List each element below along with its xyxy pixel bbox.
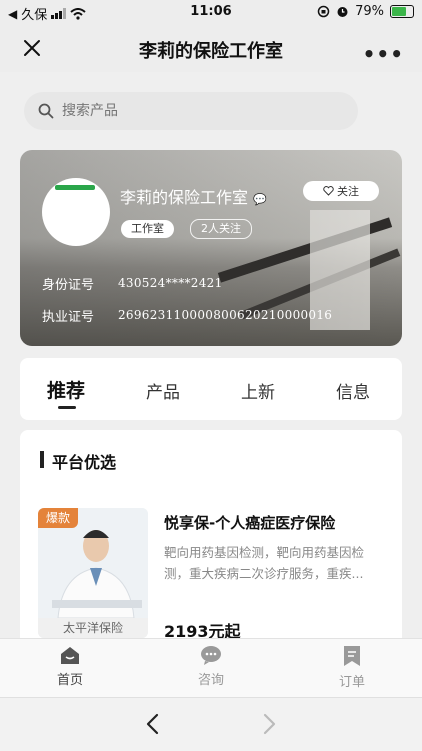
status-bar: ◀ 久保 11:06 79%	[0, 0, 422, 26]
id-label: 身份证号	[42, 278, 95, 293]
product-brand: 太平洋保险	[38, 618, 148, 638]
battery-icon	[390, 5, 414, 18]
follow-label: 关注	[337, 185, 359, 198]
home-icon	[61, 647, 79, 664]
studio-name: 李莉的保险工作室 💬	[120, 184, 267, 208]
profile-banner: 李莉的保险工作室 💬 工作室 2人关注 关注 身份证号 430524****24…	[20, 150, 402, 346]
rotation-lock-icon	[317, 5, 330, 18]
orders-icon	[344, 646, 360, 666]
chat-bubble-icon: 💬	[253, 193, 267, 206]
chat-icon	[201, 646, 221, 665]
search-icon	[38, 103, 54, 119]
tab-bar: 推荐 产品 上新 信息	[20, 358, 402, 420]
back-arrow-icon[interactable]	[143, 712, 163, 736]
section-title: 平台优选	[52, 453, 117, 472]
tab-info[interactable]: 信息	[336, 378, 370, 403]
follow-button[interactable]: 关注	[303, 181, 379, 201]
search-input[interactable]	[60, 102, 324, 120]
tab-new[interactable]: 上新	[241, 378, 275, 403]
avatar-tag	[55, 185, 95, 190]
nav-home-label: 首页	[56, 673, 83, 688]
nav-orders[interactable]: 订单	[312, 645, 392, 690]
battery-fill	[392, 7, 406, 16]
tab-recommend[interactable]: 推荐	[47, 376, 85, 403]
avatar[interactable]	[42, 178, 110, 246]
studio-tag: 工作室	[121, 220, 174, 238]
followers-count: 2人关注	[190, 219, 252, 239]
section-marker	[40, 451, 44, 468]
nav-home[interactable]: 首页	[30, 645, 110, 688]
search-box[interactable]	[24, 92, 358, 130]
studio-name-text: 李莉的保险工作室	[120, 188, 249, 207]
title-bar: 李莉的保险工作室 •••	[0, 26, 422, 72]
active-tab-indicator	[58, 406, 76, 409]
nav-orders-label: 订单	[338, 675, 365, 690]
status-right: 79%	[317, 4, 414, 19]
heart-icon	[323, 186, 334, 196]
product-description: 靶向用药基因检测，靶向用药基因检测，重大疾病二次诊疗服务，重疾...	[164, 545, 365, 581]
page-title: 李莉的保险工作室	[139, 41, 283, 62]
platform-picks-card: 平台优选 爆款 太平洋保险 悦享保-个人癌症医疗保险 靶向用药基因检测，靶向用药…	[20, 430, 402, 650]
hot-badge: 爆款	[38, 508, 78, 528]
tab-products[interactable]: 产品	[146, 378, 180, 403]
more-options-icon[interactable]: •••	[363, 42, 404, 66]
id-value: 430524****2421	[118, 276, 223, 290]
battery-percent: 79%	[355, 4, 384, 19]
license-label: 执业证号	[42, 310, 95, 325]
product-image[interactable]: 爆款 太平洋保险	[38, 508, 148, 638]
forward-arrow-icon[interactable]	[259, 712, 279, 736]
nav-consult[interactable]: 咨询	[171, 645, 251, 688]
browser-toolbar	[0, 697, 422, 751]
alarm-icon	[337, 7, 348, 17]
nav-consult-label: 咨询	[197, 673, 224, 688]
license-value: 269623110000800620210000016	[118, 308, 333, 322]
bottom-nav: 首页 咨询 订单	[0, 638, 422, 697]
product-title[interactable]: 悦享保-个人癌症医疗保险	[164, 512, 335, 533]
